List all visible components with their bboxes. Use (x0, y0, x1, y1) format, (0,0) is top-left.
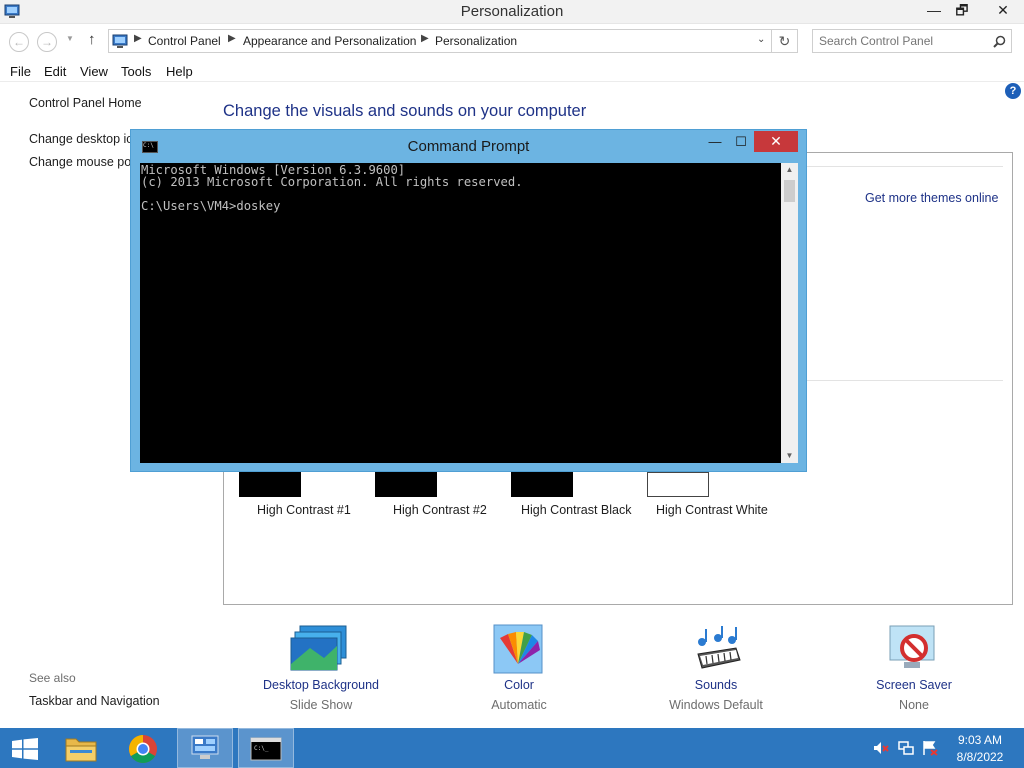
color-value: Automatic (491, 698, 547, 712)
cmd-minimize-button[interactable]: — (702, 132, 728, 152)
theme-high-contrast-white[interactable] (647, 472, 709, 497)
theme-label[interactable]: High Contrast White (656, 503, 768, 517)
console-scrollbar[interactable]: ▲ ▼ (781, 163, 798, 463)
menu-view[interactable]: View (80, 64, 108, 79)
change-desktop-icons-link[interactable]: Change desktop ico (29, 132, 140, 146)
theme-high-contrast-2[interactable] (375, 472, 437, 497)
taskbar-file-explorer[interactable] (55, 728, 111, 768)
desktop-background-icon[interactable] (290, 624, 348, 674)
theme-high-contrast-black[interactable] (511, 472, 573, 497)
taskbar-control-panel[interactable] (177, 728, 233, 768)
scroll-down-icon[interactable]: ▼ (781, 451, 798, 460)
see-also-label: See also (29, 671, 76, 685)
close-button[interactable]: ✕ (986, 0, 1020, 22)
sounds-value: Windows Default (669, 698, 763, 712)
taskbar-command-prompt[interactable]: C:\_ (238, 728, 294, 768)
scroll-up-icon[interactable]: ▲ (781, 165, 798, 174)
address-bar[interactable]: ▶ Control Panel ▶ Appearance and Persona… (108, 29, 772, 53)
theme-label[interactable]: High Contrast #2 (393, 503, 487, 517)
refresh-button[interactable]: ↻ (772, 29, 798, 53)
help-icon[interactable]: ? (1005, 83, 1021, 99)
clock-time: 9:03 AM (957, 733, 1003, 747)
console-line: (c) 2013 Microsoft Corporation. All righ… (141, 175, 523, 189)
themes-divider (806, 166, 1003, 167)
command-prompt-taskbar-icon: C:\_ (250, 737, 282, 761)
breadcrumb-control-panel[interactable]: Control Panel (148, 34, 221, 48)
themes-divider (806, 380, 1003, 381)
taskbar: C:\_ 9:03 AM 8/8/2022 (0, 728, 1024, 768)
maximize-button[interactable]: 🗗 (948, 0, 976, 22)
action-center-icon[interactable] (922, 740, 938, 756)
scrollbar-thumb[interactable] (784, 180, 795, 202)
color-link[interactable]: Color (439, 678, 599, 692)
console-output[interactable]: Microsoft Windows [Version 6.3.9600] (c)… (140, 163, 781, 463)
address-dropdown-chevron-icon[interactable]: ⌄ (757, 34, 765, 45)
breadcrumb-separator-icon[interactable]: ▶ (421, 33, 429, 44)
theme-label[interactable]: High Contrast #1 (257, 503, 351, 517)
color-icon[interactable] (490, 624, 548, 674)
menu-bar: File Edit View Tools Help (0, 60, 1024, 82)
search-icon[interactable] (993, 35, 1006, 48)
network-icon[interactable] (898, 740, 914, 756)
control-panel-icon (112, 34, 128, 48)
screen-saver-value: None (899, 698, 929, 712)
window-title: Personalization (460, 3, 564, 20)
screen-saver-icon[interactable] (886, 624, 944, 674)
taskbar-and-navigation-link[interactable]: Taskbar and Navigation (29, 694, 160, 708)
refresh-icon: ↻ (778, 33, 791, 49)
taskbar-chrome[interactable] (116, 728, 172, 768)
screen-saver-link[interactable]: Screen Saver (834, 678, 994, 692)
clock-date: 8/8/2022 (956, 750, 1004, 764)
desktop-background-value: Slide Show (289, 698, 353, 712)
menu-file[interactable]: File (10, 64, 31, 79)
window-titlebar[interactable]: Personalization — 🗗 ✕ (0, 0, 1024, 24)
change-mouse-pointers-link[interactable]: Change mouse poi (29, 155, 134, 169)
system-clock[interactable]: 9:03 AM 8/8/2022 (946, 732, 1014, 766)
menu-tools[interactable]: Tools (121, 64, 151, 79)
cmd-maximize-button[interactable]: ☐ (728, 132, 754, 152)
console-line: C:\Users\VM4>doskey (141, 199, 281, 213)
navigation-bar: ← → ▼ ↑ ▶ Control Panel ▶ Appearance and… (0, 27, 1024, 57)
breadcrumb-personalization[interactable]: Personalization (435, 34, 517, 48)
sounds-link[interactable]: Sounds (636, 678, 796, 692)
breadcrumb-separator-icon[interactable]: ▶ (134, 33, 142, 44)
windows-logo-icon (12, 738, 38, 760)
menu-help[interactable]: Help (166, 64, 193, 79)
volume-muted-icon[interactable] (873, 740, 889, 756)
folder-icon (65, 738, 97, 762)
theme-high-contrast-1[interactable] (239, 472, 301, 497)
search-input[interactable] (813, 30, 989, 52)
get-more-themes-link[interactable]: Get more themes online (865, 191, 998, 205)
minimize-button[interactable]: — (920, 0, 948, 22)
menu-edit[interactable]: Edit (44, 64, 66, 79)
control-panel-taskbar-icon (191, 735, 219, 759)
start-button[interactable] (0, 728, 50, 768)
page-heading: Change the visuals and sounds on your co… (223, 102, 587, 120)
theme-label[interactable]: High Contrast Black (521, 503, 631, 517)
chrome-icon (129, 735, 157, 763)
desktop-background-link[interactable]: Desktop Background (241, 678, 401, 692)
cmd-close-button[interactable]: ✕ (754, 131, 798, 152)
search-box[interactable] (812, 29, 1012, 53)
breadcrumb-appearance[interactable]: Appearance and Personalization (243, 34, 416, 48)
command-prompt-window[interactable]: C:\ Command Prompt — ☐ ✕ Microsoft Windo… (130, 129, 807, 472)
back-button[interactable]: ← (9, 32, 29, 52)
forward-button[interactable]: → (37, 32, 57, 52)
svg-text:C:\_: C:\_ (254, 745, 269, 752)
up-button[interactable]: ↑ (88, 31, 96, 48)
sounds-icon[interactable] (688, 624, 746, 674)
control-panel-home-link[interactable]: Control Panel Home (29, 96, 142, 110)
recent-locations-chevron-icon[interactable]: ▼ (66, 34, 74, 43)
breadcrumb-separator-icon[interactable]: ▶ (228, 33, 236, 44)
